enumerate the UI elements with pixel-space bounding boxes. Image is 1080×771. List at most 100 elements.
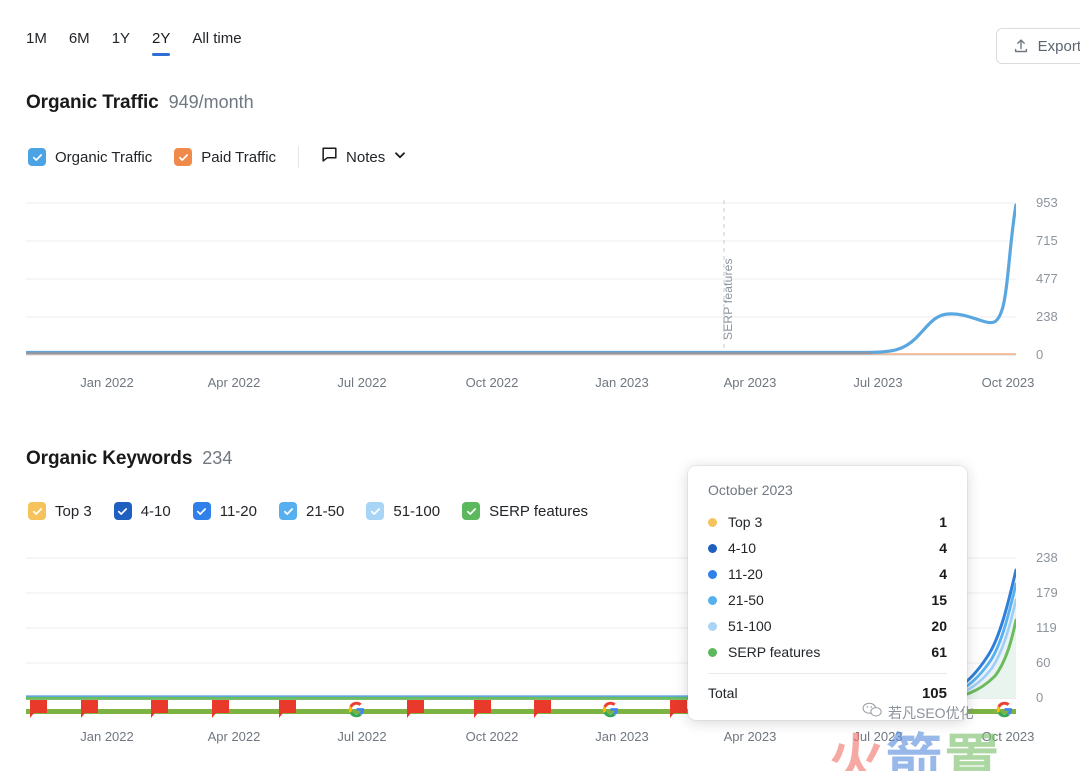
checkbox-21-50[interactable] bbox=[279, 502, 297, 520]
tooltip-separator bbox=[708, 673, 947, 674]
notes-dropdown[interactable]: Notes bbox=[321, 146, 407, 168]
checkbox-51-100[interactable] bbox=[366, 502, 385, 520]
keywords-ytick-0: 0 bbox=[1036, 690, 1044, 705]
keywords-xtick-4: Jan 2023 bbox=[595, 729, 649, 744]
tooltip-label-4-10: 4-10 bbox=[728, 540, 757, 556]
traffic-ytick-477: 477 bbox=[1036, 271, 1058, 286]
tab-2y[interactable]: 2Y bbox=[152, 30, 171, 56]
tooltip-label-top-3: Top 3 bbox=[728, 514, 763, 530]
tab-6m[interactable]: 6M bbox=[69, 30, 90, 56]
export-label: Export bbox=[1037, 37, 1080, 55]
organic-traffic-value: 949/month bbox=[168, 92, 254, 112]
tooltip-row-4-10: 4-10 4 bbox=[708, 535, 947, 561]
note-flag-marker[interactable] bbox=[81, 700, 99, 719]
organic-keywords-title: Organic Keywords bbox=[26, 448, 193, 469]
keywords-xtick-0: Jan 2022 bbox=[80, 729, 134, 744]
legend-11-20[interactable]: 11-20 bbox=[192, 502, 257, 520]
traffic-xtick-5: Apr 2023 bbox=[723, 375, 777, 390]
serp-features-annotation: SERP features bbox=[721, 258, 735, 340]
tooltip-value-11-20: 4 bbox=[939, 566, 947, 582]
keywords-xtick-5: Apr 2023 bbox=[723, 729, 777, 744]
google-update-marker[interactable] bbox=[602, 700, 619, 723]
traffic-xtick-2: Jul 2022 bbox=[337, 375, 387, 390]
keywords-ytick-238: 238 bbox=[1036, 550, 1058, 565]
organic-traffic-title: Organic Traffic bbox=[26, 92, 159, 113]
tooltip-label-21-50: 21-50 bbox=[728, 592, 764, 608]
legend-divider bbox=[298, 146, 300, 168]
period-tabs[interactable]: 1M 6M 1Y 2Y All time bbox=[26, 30, 242, 56]
keywords-tooltip: October 2023 Top 3 1 4-10 4 11-20 4 21-5… bbox=[688, 466, 967, 720]
legend-4-10[interactable]: 4-10 bbox=[113, 502, 171, 520]
tooltip-row-serp-features: SERP features 61 bbox=[708, 639, 947, 665]
legend-21-50[interactable]: 21-50 bbox=[279, 502, 344, 520]
keywords-legend: Top 3 4-10 11-20 21-50 51-100 SERP featu… bbox=[28, 502, 588, 520]
traffic-ytick-953: 953 bbox=[1036, 195, 1058, 210]
tooltip-dot-serp-features bbox=[708, 647, 717, 657]
legend-51-100[interactable]: 51-100 bbox=[366, 502, 440, 520]
traffic-xtick-7: Oct 2023 bbox=[981, 375, 1035, 390]
note-flag-marker[interactable] bbox=[473, 700, 491, 719]
tooltip-dot-top-3 bbox=[708, 517, 717, 527]
traffic-xtick-6: Jul 2023 bbox=[853, 375, 903, 390]
traffic-legend: Organic Traffic Paid Traffic Notes bbox=[28, 146, 407, 168]
legend-label-4-10: 4-10 bbox=[140, 502, 171, 520]
note-flag-marker[interactable] bbox=[29, 700, 47, 719]
tab-1y[interactable]: 1Y bbox=[112, 30, 130, 56]
traffic-ytick-238: 238 bbox=[1036, 309, 1058, 324]
legend-paid-traffic[interactable]: Paid Traffic bbox=[174, 148, 276, 166]
legend-label-21-50: 21-50 bbox=[306, 502, 345, 520]
checkbox-organic-traffic[interactable] bbox=[28, 148, 46, 166]
chevron-down-icon[interactable] bbox=[393, 148, 407, 167]
note-flag-marker[interactable] bbox=[211, 700, 229, 719]
legend-top-3[interactable]: Top 3 bbox=[28, 502, 92, 520]
keywords-xtick-7: Oct 2023 bbox=[981, 729, 1035, 744]
tooltip-total-label: Total bbox=[708, 685, 738, 701]
keywords-xtick-2: Jul 2022 bbox=[337, 729, 387, 744]
tooltip-row-51-100: 51-100 20 bbox=[708, 613, 947, 639]
note-flag-marker[interactable] bbox=[669, 700, 687, 719]
tooltip-dot-11-20 bbox=[708, 569, 717, 579]
checkbox-paid-traffic[interactable] bbox=[174, 148, 193, 166]
google-update-marker[interactable] bbox=[348, 700, 365, 723]
organic-traffic-chart: 953 715 477 238 0 SERP features Jan 2022… bbox=[26, 195, 1058, 390]
legend-label-51-100: 51-100 bbox=[393, 502, 441, 520]
tab-all-time[interactable]: All time bbox=[192, 30, 241, 56]
tooltip-total-row: Total 105 bbox=[708, 680, 947, 706]
google-update-marker[interactable] bbox=[996, 700, 1013, 723]
tooltip-row-top-3: Top 3 1 bbox=[708, 509, 947, 535]
tab-1m[interactable]: 1M bbox=[26, 30, 47, 56]
keywords-xtick-3: Oct 2022 bbox=[465, 729, 519, 744]
checkbox-11-20[interactable] bbox=[192, 502, 211, 520]
legend-label-top-3: Top 3 bbox=[55, 502, 92, 520]
tooltip-value-21-50: 15 bbox=[931, 592, 947, 608]
tooltip-value-4-10: 4 bbox=[939, 540, 947, 556]
note-flag-marker[interactable] bbox=[278, 700, 296, 719]
note-flag-marker[interactable] bbox=[534, 700, 552, 719]
tooltip-label-51-100: 51-100 bbox=[728, 618, 772, 634]
export-button[interactable]: Export bbox=[995, 28, 1080, 64]
note-flag-marker[interactable] bbox=[151, 700, 169, 719]
legend-label-organic-traffic: Organic Traffic bbox=[55, 148, 153, 166]
traffic-ytick-715: 715 bbox=[1036, 233, 1058, 248]
checkbox-top-3[interactable] bbox=[28, 502, 46, 520]
traffic-plot bbox=[26, 200, 1016, 356]
checkbox-serp-features[interactable] bbox=[462, 502, 481, 520]
traffic-xtick-4: Jan 2023 bbox=[595, 375, 649, 390]
tooltip-total-value: 105 bbox=[921, 684, 947, 702]
legend-serp-features[interactable]: SERP features bbox=[462, 502, 588, 520]
tooltip-dot-4-10 bbox=[708, 543, 717, 553]
tooltip-dot-21-50 bbox=[708, 595, 717, 605]
legend-label-11-20: 11-20 bbox=[219, 502, 257, 520]
legend-organic-traffic[interactable]: Organic Traffic bbox=[28, 148, 152, 166]
tooltip-value-top-3: 1 bbox=[939, 514, 947, 530]
notes-label: Notes bbox=[346, 148, 386, 166]
legend-label-serp-features: SERP features bbox=[489, 502, 589, 520]
note-flag-marker[interactable] bbox=[406, 700, 424, 719]
tooltip-row-21-50: 21-50 15 bbox=[708, 587, 947, 613]
keywords-ytick-119: 119 bbox=[1036, 620, 1057, 635]
checkbox-4-10[interactable] bbox=[113, 502, 132, 520]
traffic-xtick-0: Jan 2022 bbox=[80, 375, 134, 390]
tooltip-row-11-20: 11-20 4 bbox=[708, 561, 947, 587]
tooltip-label-11-20: 11-20 bbox=[728, 566, 763, 582]
keywords-ytick-60: 60 bbox=[1036, 655, 1051, 670]
